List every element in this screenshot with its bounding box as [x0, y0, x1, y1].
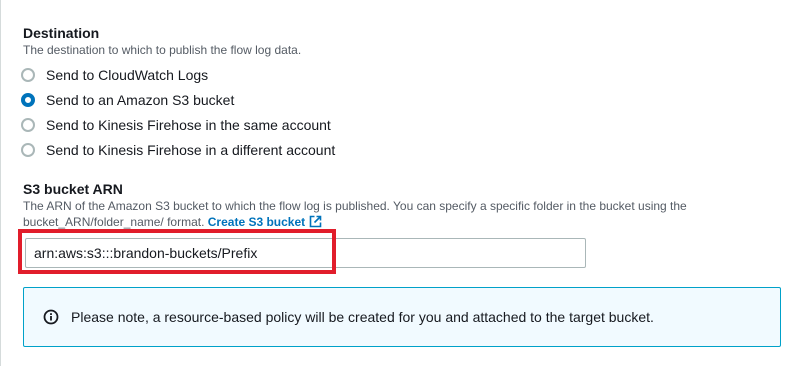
destination-description: The destination to which to publish the … — [23, 43, 302, 57]
radio-label-s3-bucket: Send to an Amazon S3 bucket — [46, 91, 235, 108]
destination-title: Destination — [23, 25, 100, 41]
s3-bucket-arn-title: S3 bucket ARN — [23, 181, 123, 197]
radio-label-kinesis-same-account: Send to Kinesis Firehose in the same acc… — [46, 116, 331, 133]
radio-option-s3-bucket[interactable]: Send to an Amazon S3 bucket — [21, 87, 335, 112]
s3-bucket-arn-description: The ARN of the Amazon S3 bucket to which… — [23, 198, 743, 230]
radio-button-kinesis-same-account[interactable] — [21, 117, 35, 132]
create-s3-bucket-link-label: Create S3 bucket — [207, 215, 306, 229]
left-border-divider — [0, 0, 1, 366]
flow-log-destination-page: Destination The destination to which to … — [0, 0, 802, 366]
radio-button-s3-bucket[interactable] — [21, 92, 35, 107]
s3-bucket-arn-description-line2: bucket_ARN/folder_name/ format. — [23, 215, 205, 229]
radio-label-kinesis-different-account: Send to Kinesis Firehose in a different … — [46, 141, 336, 158]
radio-option-kinesis-different-account[interactable]: Send to Kinesis Firehose in a different … — [21, 137, 335, 162]
s3-bucket-arn-input[interactable] — [25, 238, 586, 268]
radio-label-cloudwatch-logs: Send to CloudWatch Logs — [46, 66, 209, 83]
info-alert: Please note, a resource-based policy wil… — [23, 287, 781, 347]
external-link-icon — [309, 215, 322, 228]
destination-radio-group: Send to CloudWatch Logs Send to an Amazo… — [21, 62, 335, 162]
radio-button-kinesis-different-account[interactable] — [21, 142, 35, 157]
radio-option-cloudwatch-logs[interactable]: Send to CloudWatch Logs — [21, 62, 335, 87]
info-icon — [43, 309, 59, 325]
create-s3-bucket-link[interactable]: Create S3 bucket — [208, 215, 322, 229]
radio-button-cloudwatch-logs[interactable] — [21, 67, 35, 82]
radio-option-kinesis-same-account[interactable]: Send to Kinesis Firehose in the same acc… — [21, 112, 335, 137]
s3-bucket-arn-description-line1: The ARN of the Amazon S3 bucket to which… — [23, 199, 687, 213]
info-alert-text: Please note, a resource-based policy wil… — [71, 309, 654, 325]
